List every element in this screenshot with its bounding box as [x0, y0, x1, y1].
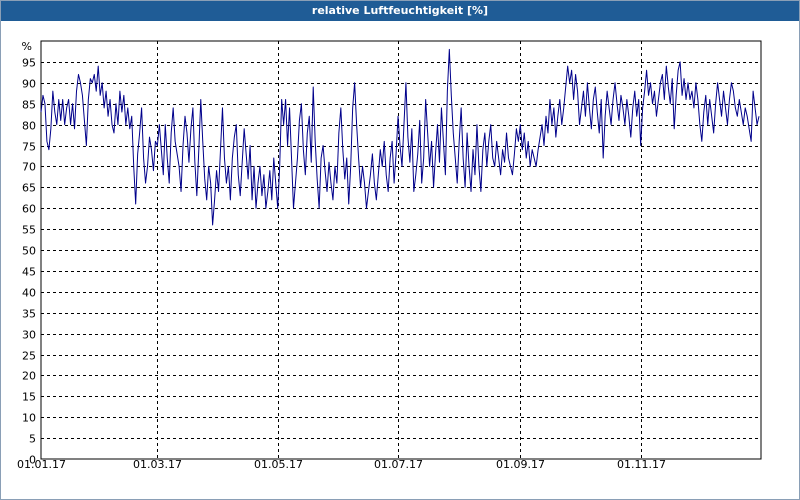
x-tick-label: 01.07.17	[374, 458, 423, 471]
y-tick-label: 35	[22, 308, 36, 321]
y-axis-ticks: 05101520253035404550556065707580859095	[22, 57, 36, 467]
y-tick-label: 60	[22, 203, 36, 216]
y-tick-label: 15	[22, 391, 36, 404]
y-tick-label: 25	[22, 350, 36, 363]
x-tick-label: 01.09.17	[496, 458, 545, 471]
x-tick-label: 01.05.17	[254, 458, 303, 471]
y-tick-label: 80	[22, 120, 36, 133]
y-tick-label: 65	[22, 182, 36, 195]
chart-window: relative Luftfeuchtigkeit [%] % 0 5 10 15 20…	[0, 0, 800, 500]
y-tick-label: 70	[22, 161, 36, 174]
humidity-chart: % 05101520253035404550556065707580859095…	[17, 40, 762, 471]
y-tick-label: 75	[22, 141, 36, 154]
y-tick-label: 85	[22, 99, 36, 112]
x-tick-label: 01.03.17	[133, 458, 182, 471]
x-tick-label: 01.01.17	[17, 458, 66, 471]
x-axis-ticks: 01.01.17 01.03.17 01.05.17 01.07.17 01.09.17…	[17, 458, 666, 471]
window-title: relative Luftfeuchtigkeit [%]	[1, 1, 799, 21]
y-tick-label: 30	[22, 329, 36, 342]
y-tick-label: 90	[22, 78, 36, 91]
y-tick-label: 40	[22, 287, 36, 300]
y-tick-label: 10	[22, 412, 36, 425]
y-axis-unit-label: %	[22, 40, 32, 53]
y-tick-label: 95	[22, 57, 36, 70]
y-tick-label: 55	[22, 224, 36, 237]
x-tick-label: 01.11.17	[617, 458, 666, 471]
y-tick-label: 45	[22, 266, 36, 279]
y-tick-label: 50	[22, 245, 36, 258]
y-tick-label: 20	[22, 370, 36, 383]
y-tick-label: 5	[29, 433, 36, 446]
